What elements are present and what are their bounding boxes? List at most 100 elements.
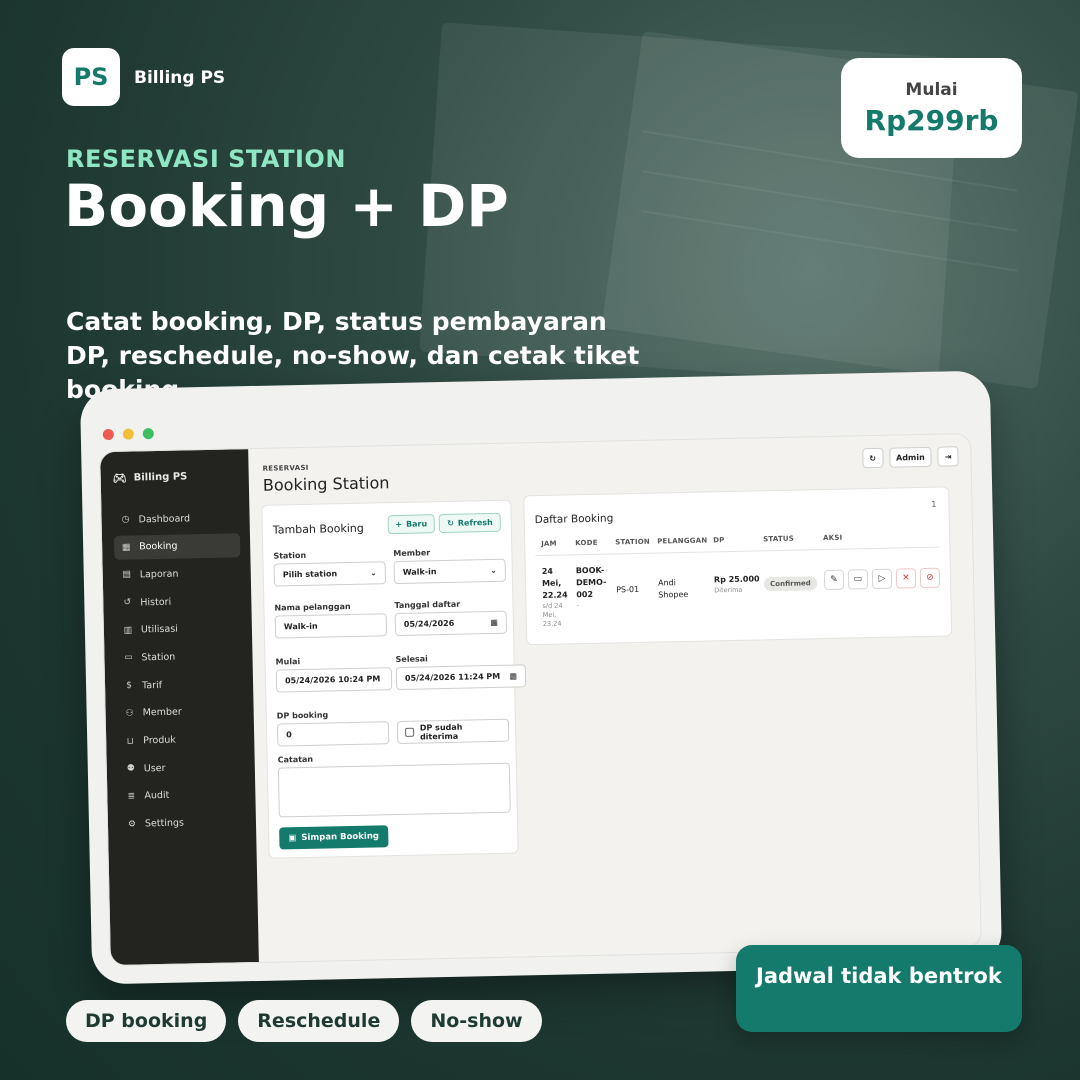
sidebar-brand-label: Billing PS	[133, 471, 188, 484]
sidebar-item-user[interactable]: ⚉ User	[119, 754, 245, 781]
brand-name: Billing PS	[134, 68, 226, 88]
column-header-pelanggan: PELANGGAN	[657, 536, 708, 546]
cancel-button[interactable]: ✕	[895, 568, 917, 589]
sidebar-item-produk[interactable]: ⊔ Produk	[118, 727, 244, 754]
sidebar-item-utilisasi[interactable]: ▥ Utilisasi	[116, 616, 242, 643]
sidebar-item-station[interactable]: ▭ Station	[116, 644, 242, 671]
minimize-dot-icon	[122, 428, 134, 440]
cell-code: BOOK-DEMO-002-	[576, 564, 613, 610]
dollar-icon: $	[126, 680, 133, 691]
save-booking-label: Simpan Booking	[301, 831, 380, 844]
close-dot-icon	[102, 428, 114, 441]
customer-name-label: Nama pelanggan	[274, 601, 351, 613]
calendar-icon: ▦	[121, 542, 131, 553]
refresh-button[interactable]: ↻ Refresh	[438, 512, 501, 534]
ban-icon: ⊘	[926, 572, 934, 583]
booking-list-card: Daftar Booking 1 JAM KODE STATION PELANG…	[523, 486, 953, 646]
page-title: Booking Station	[262, 473, 390, 495]
end-datetime-input[interactable]: 05/24/2026 11:24 PM ▦	[395, 664, 527, 691]
pencil-icon: ✎	[830, 574, 838, 585]
price-value: Rp299rb	[864, 103, 999, 137]
no-show-button[interactable]: ⊘	[919, 567, 941, 589]
play-icon: ▷	[878, 573, 886, 584]
cell-time: 24 Mei, 22.24 s/d 24 Mei, 23.24	[542, 565, 573, 629]
user-gear-icon: ⚉	[126, 763, 135, 774]
sidebar-item-label: Settings	[144, 817, 185, 830]
customer-name-value: Walk-in	[283, 621, 318, 632]
bar-chart-icon: ▥	[123, 625, 133, 636]
gamepad-icon: ▭	[124, 652, 133, 664]
table-header: JAM KODE STATION PELANGGAN DP STATUS AKS…	[535, 531, 940, 557]
code-sub-value: -	[576, 601, 579, 610]
checkbox-icon	[405, 727, 415, 737]
brand-logo: PS	[62, 48, 120, 106]
column-header-station: STATION	[615, 537, 651, 547]
chip-dp-booking: DP booking	[66, 1000, 227, 1042]
sidebar-item-settings[interactable]: ⚙ Settings	[120, 810, 246, 837]
sidebar-item-label: User	[143, 762, 166, 775]
member-select-value: Walk-in	[402, 567, 437, 577]
cell-dp: Rp 25.000 Diterima	[714, 573, 762, 595]
sidebar-item-label: Histori	[140, 596, 172, 608]
code-value: BOOK-DEMO-002	[575, 565, 607, 600]
callout-badge: Jadwal tidak bentrok	[736, 945, 1022, 1032]
sidebar-item-tarif[interactable]: $ Tarif	[117, 671, 243, 698]
sidebar-item-label: Audit	[144, 790, 170, 802]
dp-received-checkbox[interactable]: DP sudah diterima	[396, 718, 510, 745]
start-datetime-value: 05/24/2026 10:24 PM	[284, 674, 381, 686]
end-label: Selesai	[395, 654, 428, 665]
sidebar-item-member[interactable]: ⚇ Member	[117, 699, 243, 726]
member-select[interactable]: Walk-in ⌄	[393, 558, 506, 585]
chevron-down-icon: ⌄	[369, 568, 377, 578]
edit-button[interactable]: ✎	[823, 569, 845, 591]
window-controls	[102, 428, 154, 441]
sidebar-item-booking[interactable]: ▦ Booking	[113, 532, 241, 560]
sidebar-item-histori[interactable]: ↺ Histori	[115, 588, 241, 615]
header-actions: ↻ Admin ⇥	[862, 446, 959, 469]
sidebar-item-label: Laporan	[139, 568, 179, 581]
ticket-icon: ▭	[853, 574, 863, 585]
sidebar-item-audit[interactable]: ≣ Audit	[119, 782, 245, 809]
end-datetime-value: 05/24/2026 11:24 PM	[404, 671, 501, 683]
time-value: 24 Mei, 22.24	[541, 566, 568, 600]
notes-textarea[interactable]	[277, 762, 511, 818]
sidebar: 🎮︎ Billing PS ◷ Dashboard ▦ Booking ▤ Lapor…	[100, 449, 259, 966]
gamepad-icon: 🎮︎	[112, 471, 127, 485]
reload-button[interactable]: ↻	[862, 447, 884, 469]
logo-text: PS	[73, 63, 109, 91]
main-content: RESERVASI Booking Station ↻ Admin ⇥ Tamb…	[248, 434, 981, 962]
cell-customer: Andi Shopee	[657, 578, 689, 600]
save-booking-button[interactable]: ▣ Simpan Booking	[279, 825, 389, 850]
register-date-value: 05/24/2026	[403, 618, 455, 629]
row-actions: ✎ ▭ ▷ ✕ ⊘	[823, 567, 941, 591]
dp-status: Diterima	[714, 585, 743, 595]
new-booking-button[interactable]: + Baru	[387, 514, 436, 535]
start-button[interactable]: ▷	[871, 568, 893, 590]
customer-name-input[interactable]: Walk-in	[274, 613, 388, 639]
user-menu-button[interactable]: Admin	[888, 446, 932, 468]
hero-headline: Booking + DP	[64, 172, 509, 240]
new-booking-label: Baru	[405, 519, 428, 529]
calendar-icon: ▦	[490, 617, 498, 628]
start-datetime-input[interactable]: 05/24/2026 10:24 PM	[275, 667, 393, 693]
start-label: Mulai	[275, 657, 301, 667]
sidebar-item-label: Produk	[143, 734, 176, 747]
calendar-icon: ▦	[509, 671, 518, 681]
sidebar-brand: 🎮︎ Billing PS	[113, 470, 188, 485]
station-select[interactable]: Pilih station ⌄	[273, 561, 387, 587]
app-screen: 🎮︎ Billing PS ◷ Dashboard ▦ Booking ▤ Lapor…	[99, 432, 982, 967]
logout-button[interactable]: ⇥	[937, 446, 959, 467]
chevron-down-icon: ⌄	[489, 565, 497, 576]
column-header-status: STATUS	[763, 534, 795, 544]
table-row: 24 Mei, 22.24 s/d 24 Mei, 23.24 BOOK-DEMO…	[536, 554, 941, 634]
ticket-button[interactable]: ▭	[847, 569, 869, 590]
sidebar-item-laporan[interactable]: ▤ Laporan	[115, 561, 241, 588]
sidebar-item-label: Utilisasi	[140, 623, 178, 636]
dp-input[interactable]: 0	[276, 721, 390, 747]
column-header-dp: DP	[713, 536, 725, 545]
refresh-icon: ↻	[447, 518, 454, 528]
sidebar-item-dashboard[interactable]: ◷ Dashboard	[113, 505, 239, 532]
register-date-input[interactable]: 05/24/2026 ▦	[394, 610, 508, 637]
refresh-label: Refresh	[457, 517, 493, 528]
sidebar-item-label: Station	[141, 651, 176, 664]
